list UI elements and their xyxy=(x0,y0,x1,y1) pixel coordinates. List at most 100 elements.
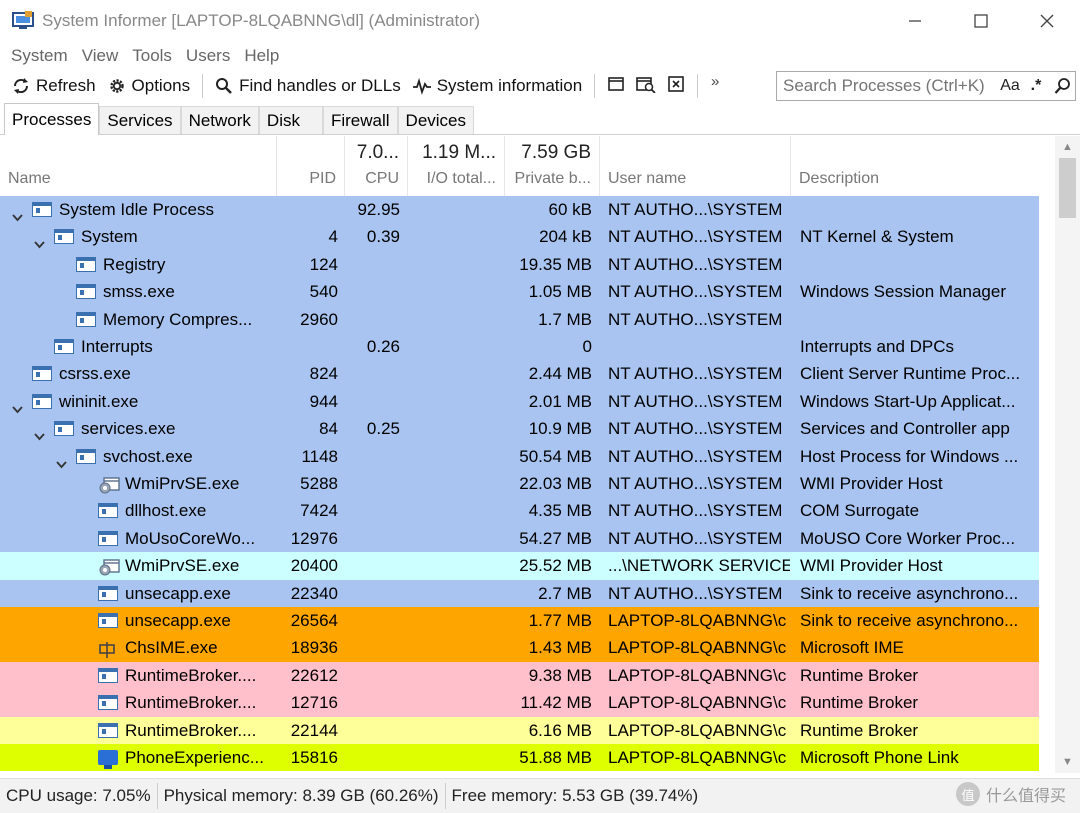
options-label: Options xyxy=(131,76,191,95)
find-handles-button[interactable]: Find handles or DLLs xyxy=(209,72,407,100)
process-row[interactable]: WmiPrvSE.exe 20400 25.52 MB ...\NETWORK SER… xyxy=(0,552,1039,580)
process-row[interactable]: services.exe 84 0.25 10.9 MB NT AUTHO...\SYS… xyxy=(0,415,1039,443)
status-physical-memory: Physical memory: 8.39 GB (60.26%) xyxy=(158,783,446,809)
regex-button[interactable]: .* xyxy=(1023,77,1049,95)
process-private-bytes: 1.05 MB xyxy=(528,282,592,302)
process-name-cell: smss.exe xyxy=(0,278,276,305)
process-row[interactable]: WmiPrvSE.exe 5288 22.03 MB NT AUTHO...\SYST… xyxy=(0,470,1039,498)
process-pid xyxy=(276,196,338,223)
process-pid: 944 xyxy=(309,391,338,411)
process-description: NT Kernel & System xyxy=(800,227,954,247)
process-name-cell: MoUsoCoreWo... xyxy=(0,525,276,552)
process-name-cell: unsecapp.exe xyxy=(0,607,276,634)
tab-devices[interactable]: Devices xyxy=(397,106,475,134)
system-information-button[interactable]: System information xyxy=(407,72,589,100)
process-cpu xyxy=(346,717,400,744)
process-row[interactable]: RuntimeBroker.... 12716 11.42 MB LAPTOP-8LQ… xyxy=(0,689,1039,717)
column-header-description[interactable]: Description xyxy=(791,136,1055,196)
match-case-button[interactable]: Aa xyxy=(997,77,1023,95)
scroll-up-arrow-icon[interactable]: ▲ xyxy=(1055,136,1080,158)
tab-processes[interactable]: Processes xyxy=(4,103,100,135)
process-private-bytes: 22.03 MB xyxy=(519,474,592,493)
process-user-name: LAPTOP-8LQABNNG\c xyxy=(608,611,787,630)
tab-firewall[interactable]: Firewall xyxy=(322,106,398,134)
process-private-bytes: 9.38 MB xyxy=(528,665,592,685)
column-header-name[interactable]: Name xyxy=(0,136,277,196)
options-button[interactable]: Options xyxy=(102,72,197,100)
watermark-text: 什么值得买 xyxy=(985,788,1066,805)
process-name-cell: PhoneExperienc... xyxy=(0,744,276,771)
column-header-user-name[interactable]: User name xyxy=(600,136,791,196)
search-input[interactable] xyxy=(783,76,997,96)
process-private-bytes: 1.43 MB xyxy=(528,638,592,658)
search-icon xyxy=(215,77,233,95)
phone-icon xyxy=(98,750,118,769)
process-description: Runtime Broker xyxy=(800,720,919,740)
process-row[interactable]: RuntimeBroker.... 22144 6.16 MB LAPTOP-8LQA… xyxy=(0,716,1039,744)
minimize-button[interactable] xyxy=(882,0,948,42)
tab-network[interactable]: Network xyxy=(180,106,259,134)
process-row[interactable]: wininit.exe 944 2.01 MB NT AUTHO...\SYSTEM W… xyxy=(0,387,1039,416)
process-user-name: ...\NETWORK SERVICE xyxy=(608,556,790,576)
process-row[interactable]: dllhost.exe 7424 4.35 MB NT AUTHO...\SYSTEM… xyxy=(0,497,1039,525)
process-description: Client Server Runtime Proc... xyxy=(800,364,1021,384)
column-header-cpu[interactable]: 7.0... CPU xyxy=(345,136,408,196)
process-user-name: NT AUTHO...\SYSTEM xyxy=(608,474,783,493)
scroll-down-arrow-icon[interactable]: ▼ xyxy=(1055,751,1080,773)
process-name: System Idle Process xyxy=(59,200,214,219)
menu-help[interactable]: Help xyxy=(237,46,286,66)
process-row[interactable]: Memory Compres... 2960 1.7 MB NT AUTHO...\S… xyxy=(0,305,1039,333)
column-header-private-bytes[interactable]: 7.59 GB Private b... xyxy=(505,136,600,196)
tab-services[interactable]: Services xyxy=(99,106,181,134)
tab-disk[interactable]: Disk xyxy=(258,106,323,134)
menu-users[interactable]: Users xyxy=(179,46,237,66)
process-private-bytes: 6.16 MB xyxy=(528,720,592,740)
process-name-cell: dllhost.exe xyxy=(0,497,276,524)
menu-system[interactable]: System xyxy=(4,46,75,66)
process-user-name: LAPTOP-8LQABNNG\c xyxy=(608,665,787,685)
process-row[interactable]: ChsIME.exe 18936 1.43 MB LAPTOP-8LQABNNG\c M… xyxy=(0,634,1039,662)
process-pid: 7424 xyxy=(300,501,338,521)
window-icon-button[interactable] xyxy=(601,72,631,100)
process-row[interactable]: unsecapp.exe 26564 1.77 MB LAPTOP-8LQABNNG\… xyxy=(0,607,1039,635)
process-pid: 124 xyxy=(309,254,338,274)
process-row[interactable]: svchost.exe 1148 50.54 MB NT AUTHO...\SYSTE… xyxy=(0,442,1039,470)
vertical-scrollbar[interactable]: ▲ ▼ xyxy=(1055,136,1080,773)
expand-chevron-down-icon[interactable] xyxy=(12,204,23,222)
process-row[interactable]: smss.exe 540 1.05 MB NT AUTHO...\SYSTEM Wind… xyxy=(0,278,1039,306)
process-row[interactable]: MoUsoCoreWo... 12976 54.27 MB NT AUTHO...\S… xyxy=(0,524,1039,553)
column-header-io-total[interactable]: 1.19 M... I/O total... xyxy=(408,136,505,196)
close-button[interactable] xyxy=(1014,0,1080,42)
process-row[interactable]: Registry 124 19.35 MB NT AUTHO...\SYSTEM xyxy=(0,250,1039,279)
search-icon[interactable] xyxy=(1049,77,1075,95)
status-cpu-usage: CPU usage: 7.05% xyxy=(0,783,158,809)
find-window-button[interactable] xyxy=(631,72,661,100)
process-private-bytes: 25.52 MB xyxy=(519,556,592,576)
expand-chevron-down-icon[interactable] xyxy=(56,451,67,468)
column-header-pid[interactable]: PID xyxy=(277,136,345,196)
process-row[interactable]: RuntimeBroker.... 22612 9.38 MB LAPTOP-8LQA… xyxy=(0,661,1039,690)
process-table-header: Name PID 7.0... CPU 1.19 M... I/O total.… xyxy=(0,136,1055,196)
expand-chevron-down-icon[interactable] xyxy=(34,423,45,441)
menu-view[interactable]: View xyxy=(75,46,126,66)
toolbar-overflow-button[interactable]: » xyxy=(704,72,726,100)
process-row[interactable]: System 4 0.39 204 kB NT AUTHO...\SYSTEM NT Ke… xyxy=(0,223,1039,251)
expand-chevron-down-icon[interactable] xyxy=(12,396,23,414)
process-pid: 20400 xyxy=(290,556,338,576)
process-row[interactable]: unsecapp.exe 22340 2.7 MB NT AUTHO...\SYSTE… xyxy=(0,579,1039,607)
refresh-button[interactable]: Refresh xyxy=(6,72,102,100)
process-row[interactable]: Interrupts 0.26 0 Interrupts and DPCs xyxy=(0,333,1039,361)
scrollbar-thumb[interactable] xyxy=(1059,158,1076,218)
close-window-button[interactable] xyxy=(661,72,691,100)
process-row[interactable]: csrss.exe 824 2.44 MB NT AUTHO...\SYSTEM Cli… xyxy=(0,360,1039,388)
column-label: User name xyxy=(608,170,687,187)
window-icon xyxy=(98,585,118,601)
process-pid: 15816 xyxy=(290,748,338,767)
maximize-button[interactable] xyxy=(948,0,1014,42)
menu-tools[interactable]: Tools xyxy=(125,46,179,66)
expand-chevron-down-icon[interactable] xyxy=(34,231,45,249)
process-row[interactable]: PhoneExperienc... 15816 51.88 MB LAPTOP-8LQ… xyxy=(0,744,1039,772)
process-pid: 12976 xyxy=(290,528,338,548)
column-label: PID xyxy=(309,170,336,187)
process-row[interactable]: System Idle Process 92.95 60 kB NT AUTHO...… xyxy=(0,196,1039,224)
